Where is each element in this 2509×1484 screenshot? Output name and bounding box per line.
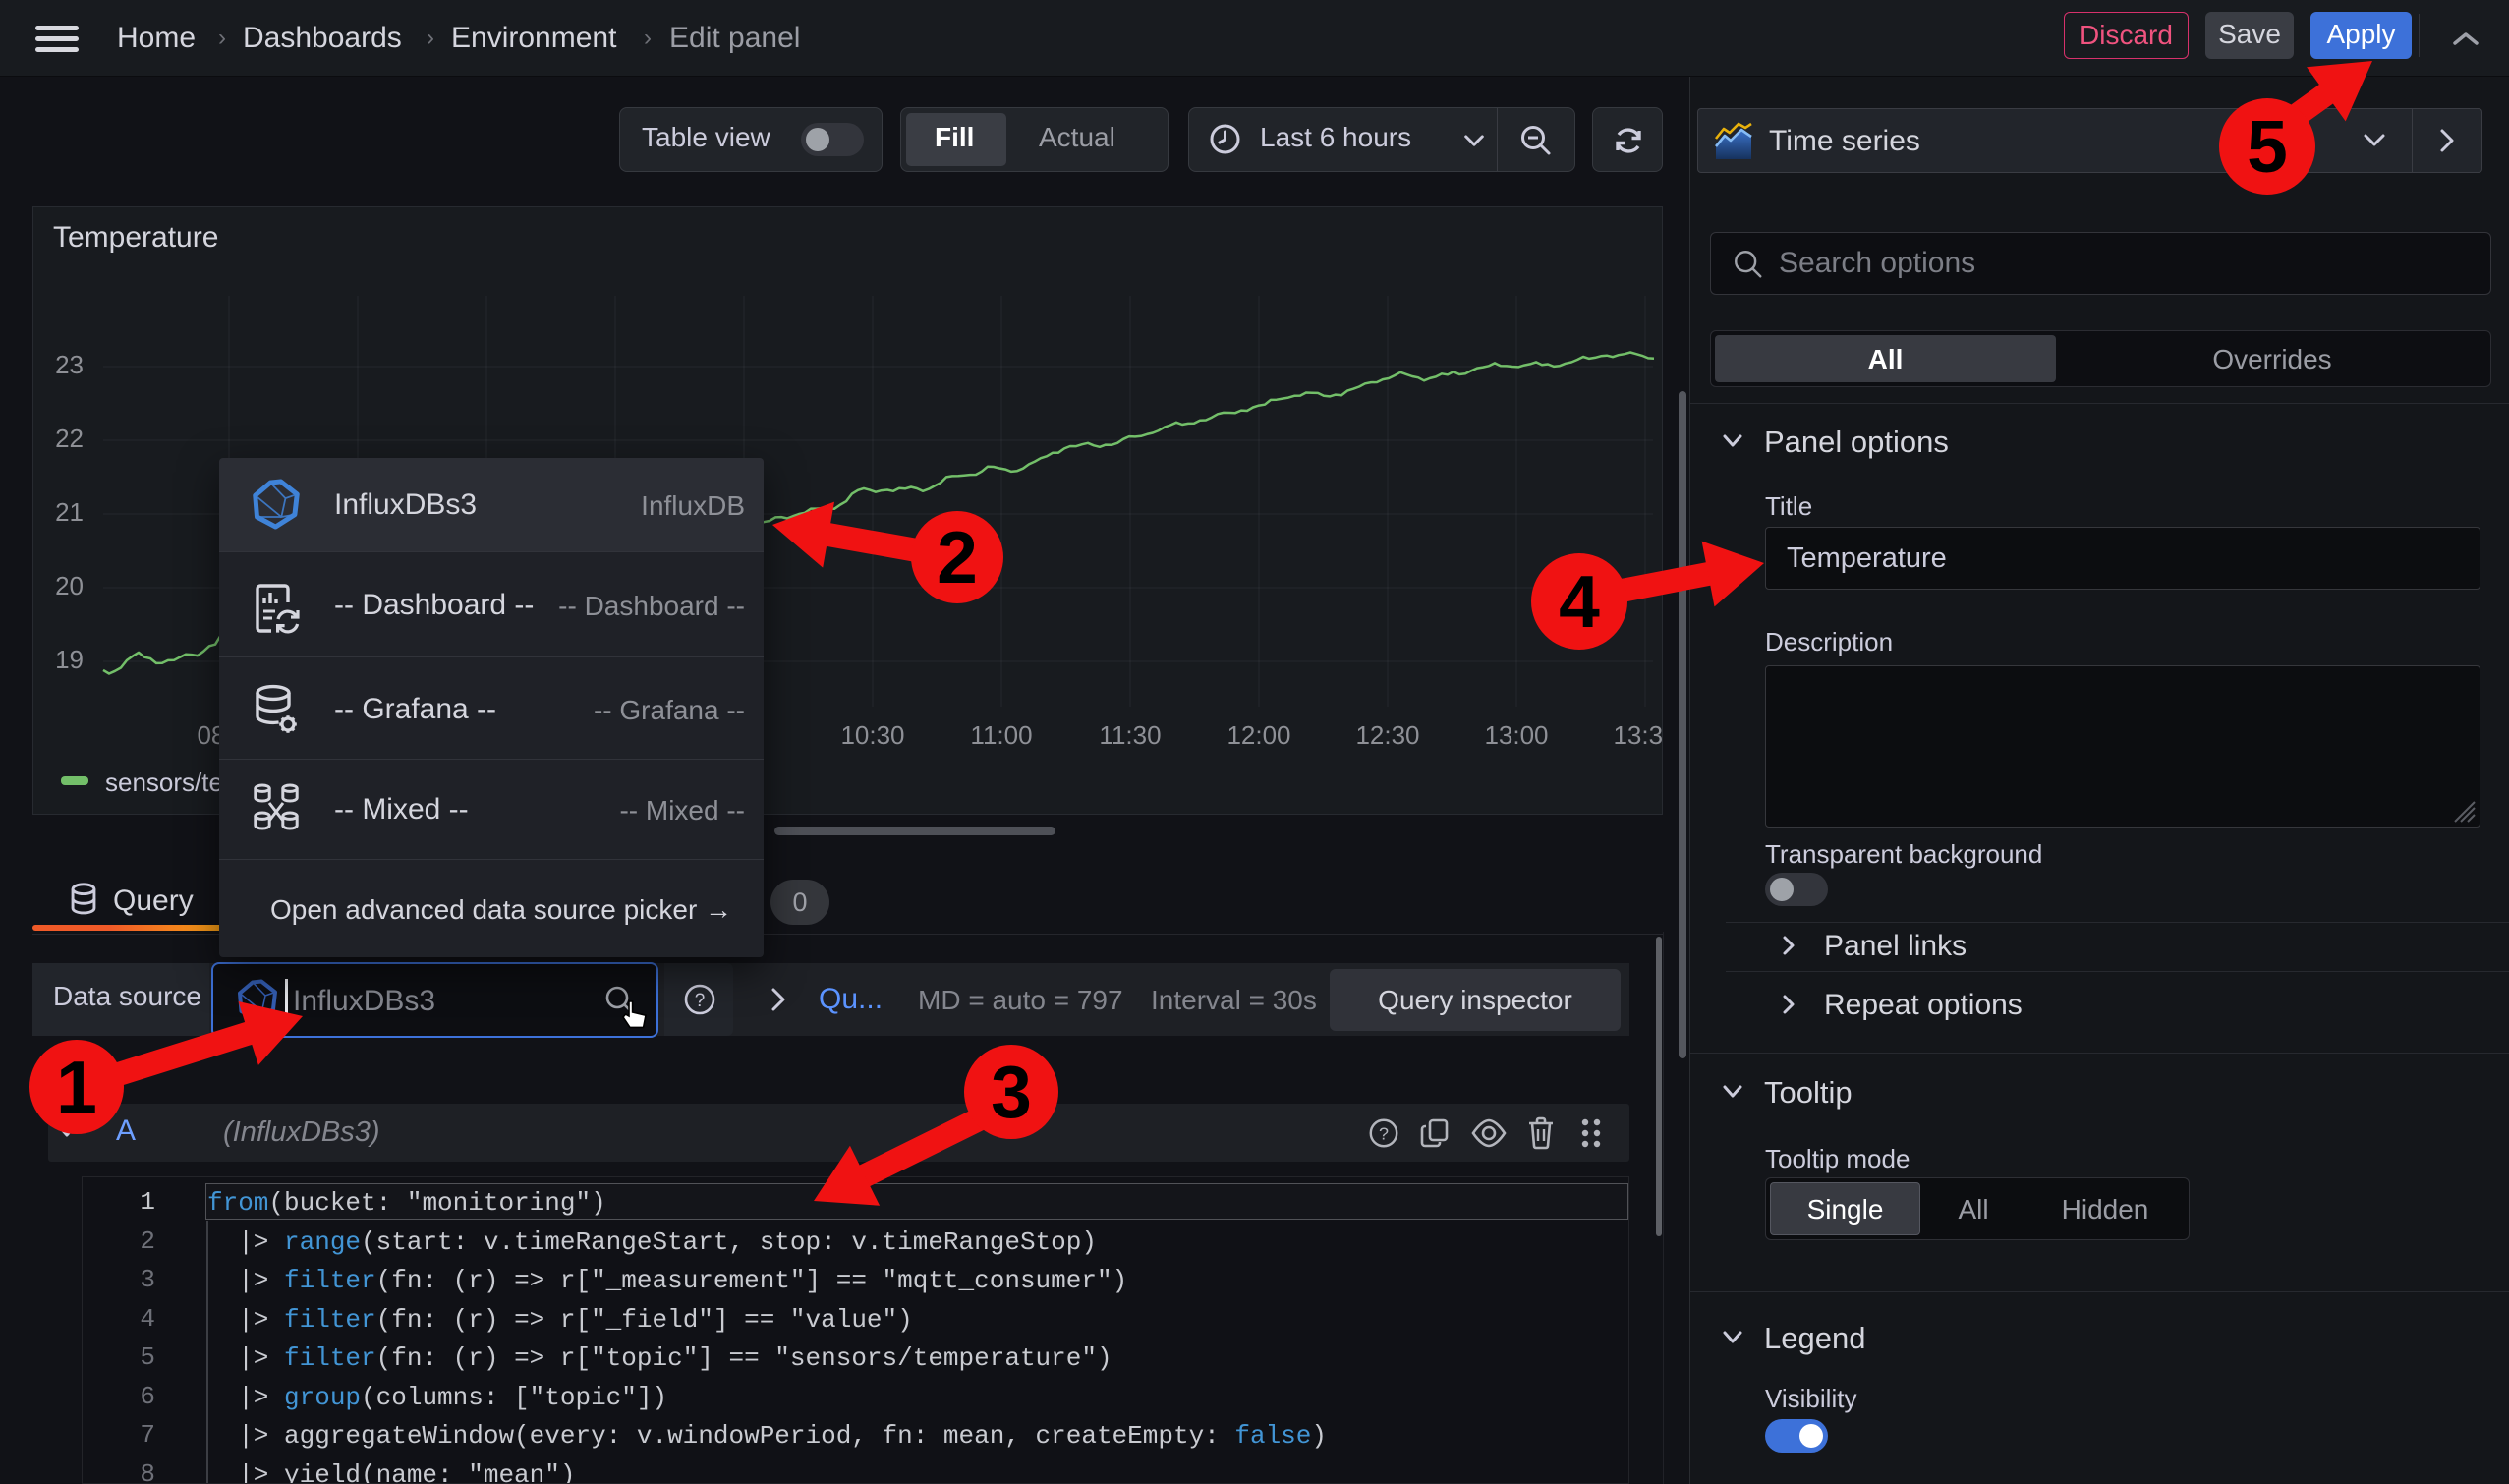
svg-text:2: 2 bbox=[937, 516, 978, 599]
svg-text:5: 5 bbox=[2247, 105, 2288, 188]
svg-text:4: 4 bbox=[1559, 560, 1600, 643]
svg-text:1: 1 bbox=[56, 1046, 97, 1128]
svg-text:3: 3 bbox=[991, 1051, 1032, 1133]
